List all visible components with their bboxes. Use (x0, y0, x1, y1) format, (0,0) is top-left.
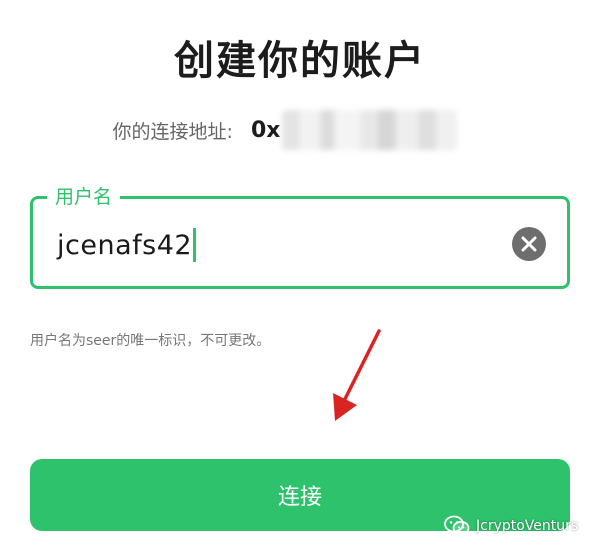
text-caret (193, 228, 197, 262)
username-input[interactable]: jcenafs42 (57, 225, 197, 265)
watermark: JcryptoVenturs (444, 512, 578, 540)
username-label: 用户名 (47, 182, 121, 212)
clear-icon (521, 236, 537, 252)
page-title: 创建你的账户 (174, 38, 426, 84)
address-redacted (282, 110, 458, 150)
address-value: 0x (250, 117, 281, 143)
wechat-icon (444, 515, 470, 536)
arrow-annotation-icon (333, 329, 381, 421)
clear-button[interactable] (512, 227, 546, 261)
username-helper-text: 用户名为seer的唯一标识，不可更改。 (30, 333, 271, 349)
watermark-text: JcryptoVenturs (476, 518, 579, 534)
address-label: 你的连接地址: (112, 120, 233, 143)
connected-address-row: 你的连接地址: 0x (0, 110, 600, 150)
username-value: jcenafs42 (57, 229, 193, 261)
username-field[interactable]: 用户名 jcenafs42 (30, 182, 570, 289)
